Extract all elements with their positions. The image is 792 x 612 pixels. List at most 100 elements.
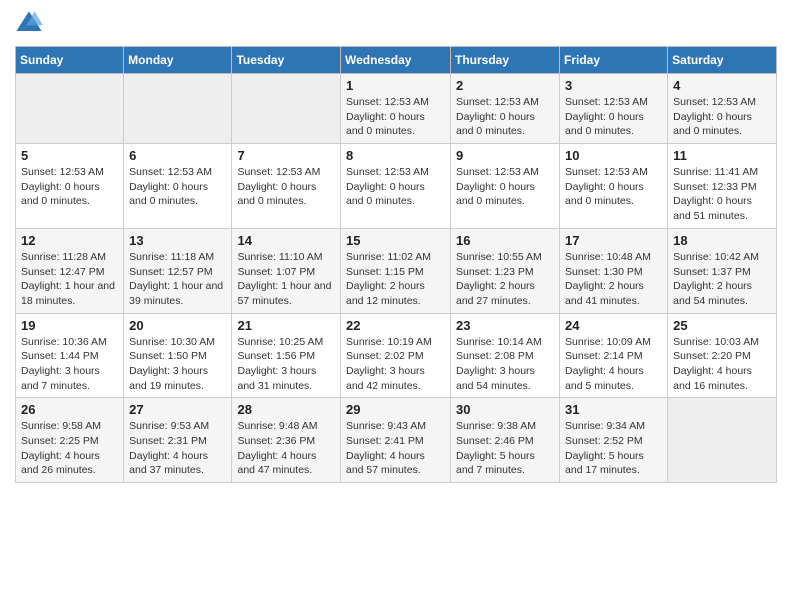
day-number: 24 xyxy=(565,318,662,333)
weekday-header: Thursday xyxy=(451,47,560,74)
calendar-cell: 11Sunrise: 11:41 AM Sunset: 12:33 PM Day… xyxy=(668,144,777,229)
day-number: 8 xyxy=(346,148,445,163)
calendar-cell: 3 Sunset: 12:53 AM Daylight: 0 hours and … xyxy=(560,74,668,144)
day-info: Sunrise: 10:14 AM Sunset: 2:08 PM Daylig… xyxy=(456,335,554,394)
day-number: 18 xyxy=(673,233,771,248)
day-number: 30 xyxy=(456,402,554,417)
day-number: 11 xyxy=(673,148,771,163)
calendar-cell: 23 Sunrise: 10:14 AM Sunset: 2:08 PM Dayl… xyxy=(451,313,560,398)
day-info: Sunrise: 10:19 AM Sunset: 2:02 PM Daylig… xyxy=(346,335,445,394)
day-number: 7 xyxy=(237,148,335,163)
day-info: Sunrise: 10:03 AM Sunset: 2:20 PM Daylig… xyxy=(673,335,771,394)
day-number: 25 xyxy=(673,318,771,333)
day-info: Sunrise: 10:42 AM Sunset: 1:37 PM Daylig… xyxy=(673,250,771,309)
day-info: Sunset: 12:53 AM Daylight: 0 hours and 0… xyxy=(21,165,118,209)
calendar-cell: 12 Sunrise: 11:28 AM Sunset: 12:47 PM Day… xyxy=(16,228,124,313)
calendar-cell: 29 Sunrise: 9:43 AM Sunset: 2:41 PM Dayli… xyxy=(341,398,451,483)
calendar-cell: 13 Sunrise: 11:18 AM Sunset: 12:57 PM Day… xyxy=(124,228,232,313)
day-info: Sunset: 12:53 AM Daylight: 0 hours and 0… xyxy=(237,165,335,209)
calendar-cell: 14 Sunrise: 11:10 AM Sunset: 1:07 PM Dayl… xyxy=(232,228,341,313)
day-number: 21 xyxy=(237,318,335,333)
weekday-header: Tuesday xyxy=(232,47,341,74)
calendar-cell: 16Sunrise: 10:55 AM Sunset: 1:23 PM Dayl… xyxy=(451,228,560,313)
day-number: 4 xyxy=(673,78,771,93)
calendar-cell: 24 Sunrise: 10:09 AM Sunset: 2:14 PM Dayl… xyxy=(560,313,668,398)
calendar-cell: 26 Sunrise: 9:58 AM Sunset: 2:25 PM Dayli… xyxy=(16,398,124,483)
day-number: 13 xyxy=(129,233,226,248)
logo xyxy=(15,10,47,38)
calendar-week-row: 19Sunrise: 10:36 AM Sunset: 1:44 PM Dayl… xyxy=(16,313,777,398)
calendar-cell: 2Sunset: 12:53 AM Daylight: 0 hours and … xyxy=(451,74,560,144)
calendar-cell: 10 Sunset: 12:53 AM Daylight: 0 hours and… xyxy=(560,144,668,229)
weekday-header: Sunday xyxy=(16,47,124,74)
day-info: Sunrise: 9:58 AM Sunset: 2:25 PM Dayligh… xyxy=(21,419,118,478)
calendar-cell: 15Sunrise: 11:02 AM Sunset: 1:15 PM Dayl… xyxy=(341,228,451,313)
calendar-cell: 20 Sunrise: 10:30 AM Sunset: 1:50 PM Dayl… xyxy=(124,313,232,398)
day-info: Sunset: 12:53 AM Daylight: 0 hours and 0… xyxy=(565,95,662,139)
day-info: Sunrise: 10:30 AM Sunset: 1:50 PM Daylig… xyxy=(129,335,226,394)
day-number: 14 xyxy=(237,233,335,248)
calendar-cell: 31 Sunrise: 9:34 AM Sunset: 2:52 PM Dayli… xyxy=(560,398,668,483)
day-number: 28 xyxy=(237,402,335,417)
day-number: 29 xyxy=(346,402,445,417)
calendar-week-row: 26 Sunrise: 9:58 AM Sunset: 2:25 PM Dayli… xyxy=(16,398,777,483)
weekday-header: Monday xyxy=(124,47,232,74)
day-number: 26 xyxy=(21,402,118,417)
weekday-header: Wednesday xyxy=(341,47,451,74)
day-info: Sunrise: 10:55 AM Sunset: 1:23 PM Daylig… xyxy=(456,250,554,309)
calendar-cell xyxy=(124,74,232,144)
calendar-cell: 17Sunrise: 10:48 AM Sunset: 1:30 PM Dayl… xyxy=(560,228,668,313)
calendar-cell: 25 Sunrise: 10:03 AM Sunset: 2:20 PM Dayl… xyxy=(668,313,777,398)
calendar-cell: 22 Sunrise: 10:19 AM Sunset: 2:02 PM Dayl… xyxy=(341,313,451,398)
calendar-cell: 7 Sunset: 12:53 AM Daylight: 0 hours and … xyxy=(232,144,341,229)
day-number: 1 xyxy=(346,78,445,93)
calendar-cell xyxy=(232,74,341,144)
day-number: 19 xyxy=(21,318,118,333)
day-info: Sunrise: 10:09 AM Sunset: 2:14 PM Daylig… xyxy=(565,335,662,394)
weekday-header: Friday xyxy=(560,47,668,74)
day-info: Sunset: 12:53 AM Daylight: 0 hours and 0… xyxy=(673,95,771,139)
calendar-cell: 21 Sunrise: 10:25 AM Sunset: 1:56 PM Dayl… xyxy=(232,313,341,398)
day-number: 12 xyxy=(21,233,118,248)
day-info: Sunrise: 11:10 AM Sunset: 1:07 PM Daylig… xyxy=(237,250,335,309)
weekday-header: Saturday xyxy=(668,47,777,74)
day-info: Sunset: 12:53 AM Daylight: 0 hours and 0… xyxy=(129,165,226,209)
day-info: Sunrise: 10:48 AM Sunset: 1:30 PM Daylig… xyxy=(565,250,662,309)
calendar-cell: 18 Sunrise: 10:42 AM Sunset: 1:37 PM Dayl… xyxy=(668,228,777,313)
page-header xyxy=(15,10,777,38)
calendar-table: SundayMondayTuesdayWednesdayThursdayFrid… xyxy=(15,46,777,483)
calendar-cell: 4 Sunset: 12:53 AM Daylight: 0 hours and … xyxy=(668,74,777,144)
day-number: 9 xyxy=(456,148,554,163)
calendar-cell xyxy=(16,74,124,144)
calendar-header-row: SundayMondayTuesdayWednesdayThursdayFrid… xyxy=(16,47,777,74)
day-info: Sunset: 12:53 AM Daylight: 0 hours and 0… xyxy=(346,165,445,209)
calendar-cell: 27Sunrise: 9:53 AM Sunset: 2:31 PM Dayli… xyxy=(124,398,232,483)
calendar-cell: 9Sunset: 12:53 AM Daylight: 0 hours and … xyxy=(451,144,560,229)
day-number: 5 xyxy=(21,148,118,163)
calendar-cell: 30 Sunrise: 9:38 AM Sunset: 2:46 PM Dayli… xyxy=(451,398,560,483)
day-info: Sunrise: 10:25 AM Sunset: 1:56 PM Daylig… xyxy=(237,335,335,394)
day-number: 10 xyxy=(565,148,662,163)
day-info: Sunset: 12:53 AM Daylight: 0 hours and 0… xyxy=(346,95,445,139)
day-info: Sunset: 12:53 AM Daylight: 0 hours and 0… xyxy=(456,95,554,139)
day-info: Sunrise: 9:34 AM Sunset: 2:52 PM Dayligh… xyxy=(565,419,662,478)
day-number: 15 xyxy=(346,233,445,248)
day-number: 31 xyxy=(565,402,662,417)
day-number: 20 xyxy=(129,318,226,333)
calendar-cell: 6 Sunset: 12:53 AM Daylight: 0 hours and … xyxy=(124,144,232,229)
calendar-week-row: 5 Sunset: 12:53 AM Daylight: 0 hours and … xyxy=(16,144,777,229)
day-number: 27 xyxy=(129,402,226,417)
calendar-cell: 19Sunrise: 10:36 AM Sunset: 1:44 PM Dayl… xyxy=(16,313,124,398)
day-info: Sunrise: 9:38 AM Sunset: 2:46 PM Dayligh… xyxy=(456,419,554,478)
day-number: 6 xyxy=(129,148,226,163)
day-info: Sunrise: 11:28 AM Sunset: 12:47 PM Dayli… xyxy=(21,250,118,309)
day-number: 3 xyxy=(565,78,662,93)
calendar-week-row: 1 Sunset: 12:53 AM Daylight: 0 hours and … xyxy=(16,74,777,144)
day-info: Sunrise: 11:18 AM Sunset: 12:57 PM Dayli… xyxy=(129,250,226,309)
day-number: 22 xyxy=(346,318,445,333)
day-info: Sunrise: 9:43 AM Sunset: 2:41 PM Dayligh… xyxy=(346,419,445,478)
day-info: Sunset: 12:53 AM Daylight: 0 hours and 0… xyxy=(565,165,662,209)
calendar-cell: 28Sunrise: 9:48 AM Sunset: 2:36 PM Dayli… xyxy=(232,398,341,483)
calendar-cell: 1 Sunset: 12:53 AM Daylight: 0 hours and … xyxy=(341,74,451,144)
day-number: 23 xyxy=(456,318,554,333)
